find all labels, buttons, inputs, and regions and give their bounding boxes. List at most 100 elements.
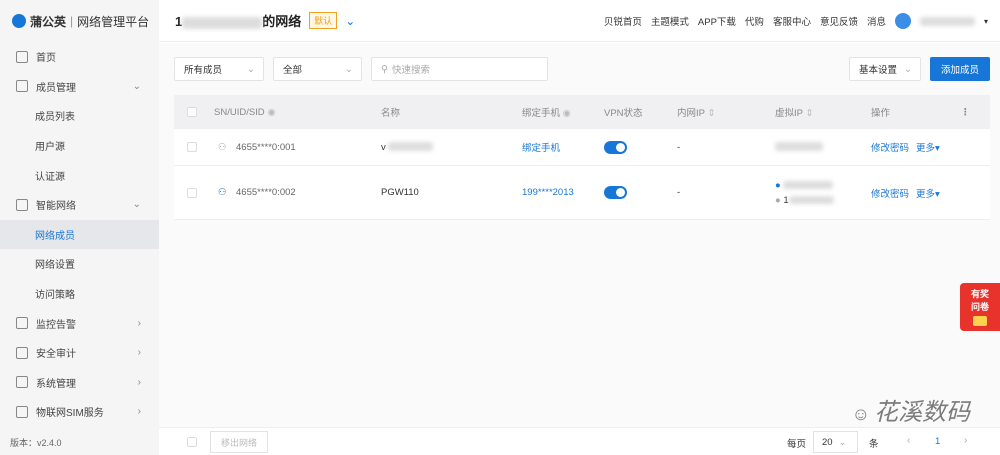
sidebar-item[interactable]: 成员列表: [0, 101, 159, 131]
column-label: 名称: [381, 108, 401, 119]
name-text: PGW110: [381, 187, 419, 198]
eye-icon[interactable]: ◉: [563, 108, 571, 119]
header-checkbox[interactable]: [187, 107, 197, 117]
lan-ip: -: [677, 141, 681, 153]
sidebar-item[interactable]: 成员管理 ⌄: [0, 72, 159, 102]
bind-phone-link[interactable]: 199****2013: [522, 187, 574, 198]
column-label: 虚拟IP: [775, 108, 803, 119]
caret-down-icon[interactable]: ▾: [984, 17, 988, 26]
page-size-select[interactable]: 20 ⌄: [813, 431, 858, 453]
chevron-icon: ›: [137, 406, 141, 418]
sidebar-item[interactable]: 首页: [0, 42, 159, 72]
sidebar-item-label: 认证源: [35, 171, 65, 183]
table-row: ⚇ 4655****0:001 v 绑定手机 - 修改密码 更多▾: [174, 129, 990, 166]
sidebar-item[interactable]: 智能网络 ⌄: [0, 190, 159, 220]
member-filter-select[interactable]: 所有成员 ⌄: [174, 57, 264, 81]
vpn-toggle[interactable]: [604, 186, 627, 199]
bind-phone-link[interactable]: 绑定手机: [522, 140, 560, 154]
sidebar-item-label: 监控告警: [36, 319, 76, 331]
member-name: PGW110: [381, 187, 419, 198]
chevron-icon: ⌄: [132, 199, 141, 211]
virtual-ip-redacted: [788, 195, 834, 204]
status-filter-select[interactable]: 全部 ⌄: [273, 57, 362, 81]
virtual-ip: [775, 142, 823, 153]
sidebar-item[interactable]: 监控告警 ›: [0, 308, 159, 338]
virtual-ip: ● ● 1: [775, 178, 834, 208]
select-all-checkbox[interactable]: [187, 437, 197, 447]
basic-settings-button[interactable]: 基本设置 ⌄: [849, 57, 921, 81]
next-page-button[interactable]: ›: [964, 435, 967, 446]
sidebar-item[interactable]: 网络设置: [0, 249, 159, 279]
virtual-ip-prefix: 1: [783, 194, 789, 206]
sidebar-item[interactable]: 访问策略: [0, 279, 159, 309]
gift-icon: [973, 316, 987, 326]
top-link[interactable]: 代购: [745, 14, 764, 28]
sidebar-item[interactable]: 认证源: [0, 160, 159, 190]
more-dropdown[interactable]: 更多▾: [916, 186, 940, 200]
top-link[interactable]: 贝锐首页: [604, 14, 642, 28]
avatar[interactable]: [894, 13, 911, 29]
logo-icon: [12, 14, 26, 28]
member-id: 4655****0:001: [236, 141, 296, 153]
sidebar-item[interactable]: 物联网SIM服务 ›: [0, 397, 159, 427]
vpn-toggle[interactable]: [604, 140, 627, 154]
top-bar: 1 的网络 默认 ⌄ 贝锐首页 主题模式 APP下载 代购 客服中心 意见反馈 消息 ▾: [159, 0, 1000, 42]
home-icon: [16, 50, 28, 63]
column-header[interactable]: 内网IP ⇕: [677, 105, 715, 119]
prev-page-button[interactable]: ‹: [907, 435, 910, 446]
eye-icon[interactable]: ◉: [267, 107, 275, 118]
row-checkbox[interactable]: [187, 142, 197, 152]
column-header[interactable]: 虚拟IP ⇕: [775, 105, 813, 119]
top-link[interactable]: 客服中心: [773, 14, 811, 28]
monitor-icon: [16, 317, 28, 330]
watermark-text: 花溪数码: [874, 399, 970, 426]
change-password-link[interactable]: 修改密码: [871, 140, 909, 154]
top-link[interactable]: 意见反馈: [820, 14, 858, 28]
sidebar-item-label: 成员列表: [35, 112, 75, 124]
sim-icon: [16, 405, 28, 418]
page-number-button[interactable]: 1: [935, 436, 940, 447]
network-title[interactable]: 1 的网络: [175, 11, 301, 30]
column-header: 名称: [381, 105, 400, 119]
device-icon: ●: [775, 194, 781, 206]
lan-ip: -: [677, 187, 681, 198]
survey-promo[interactable]: 有奖 问卷: [960, 283, 1000, 331]
sidebar-item[interactable]: 安全审计 ›: [0, 338, 159, 368]
top-link[interactable]: 主题模式: [651, 14, 689, 28]
chevron-down-icon[interactable]: ⌄: [345, 14, 355, 28]
network-icon: [16, 198, 28, 211]
change-password-link[interactable]: 修改密码: [871, 186, 909, 200]
sort-icon[interactable]: ⇕: [805, 108, 813, 119]
table-header: SN/UID/SID ◉ 名称 绑定手机 ◉ VPN状态 内网IP ⇕ 虚拟IP ⇕ 操作 ⋮: [174, 95, 990, 129]
member-name: v: [381, 142, 433, 153]
toolbar: 所有成员 ⌄ 全部 ⌄ ⚲ 快速搜索 基本设置 ⌄ 添加成员: [174, 57, 990, 81]
top-link[interactable]: APP下载: [698, 14, 736, 28]
basic-settings-label: 基本设置: [859, 65, 898, 76]
chevron-down-icon: ⌄: [345, 63, 353, 75]
search-input[interactable]: ⚲ 快速搜索: [371, 57, 548, 81]
sidebar-item[interactable]: 用户源: [0, 131, 159, 161]
row-checkbox[interactable]: [187, 187, 197, 198]
virtual-ip-redacted: [775, 142, 823, 152]
more-options-icon[interactable]: ⋮: [961, 107, 971, 118]
logo[interactable]: 蒲公英 | 网络管理平台: [0, 0, 159, 42]
top-links: 贝锐首页 主题模式 APP下载 代购 客服中心 意见反馈 消息 ▾: [604, 0, 988, 42]
name-redacted: [387, 142, 433, 152]
title-prefix: 1: [175, 14, 183, 29]
user-icon: ⚇: [218, 141, 227, 153]
top-link[interactable]: 消息: [867, 14, 886, 28]
remove-from-network-button[interactable]: 移出网络: [210, 431, 268, 453]
sort-icon[interactable]: ⇕: [707, 108, 715, 119]
more-dropdown[interactable]: 更多▾: [916, 140, 940, 154]
unit-label: 条: [869, 439, 879, 450]
sidebar-item-label: 访问策略: [35, 290, 75, 302]
chevron-down-icon: ⌄: [247, 63, 255, 75]
per-page-label: 每页: [787, 439, 807, 450]
promo-line1: 有奖: [970, 289, 989, 299]
search-placeholder: 快速搜索: [391, 65, 430, 76]
sidebar-item[interactable]: 网络成员: [0, 219, 159, 250]
column-header: 绑定手机 ◉: [522, 105, 571, 119]
add-member-button[interactable]: 添加成员: [930, 57, 990, 81]
sidebar-item[interactable]: 系统管理 ›: [0, 368, 159, 398]
chevron-icon: ›: [137, 317, 141, 329]
